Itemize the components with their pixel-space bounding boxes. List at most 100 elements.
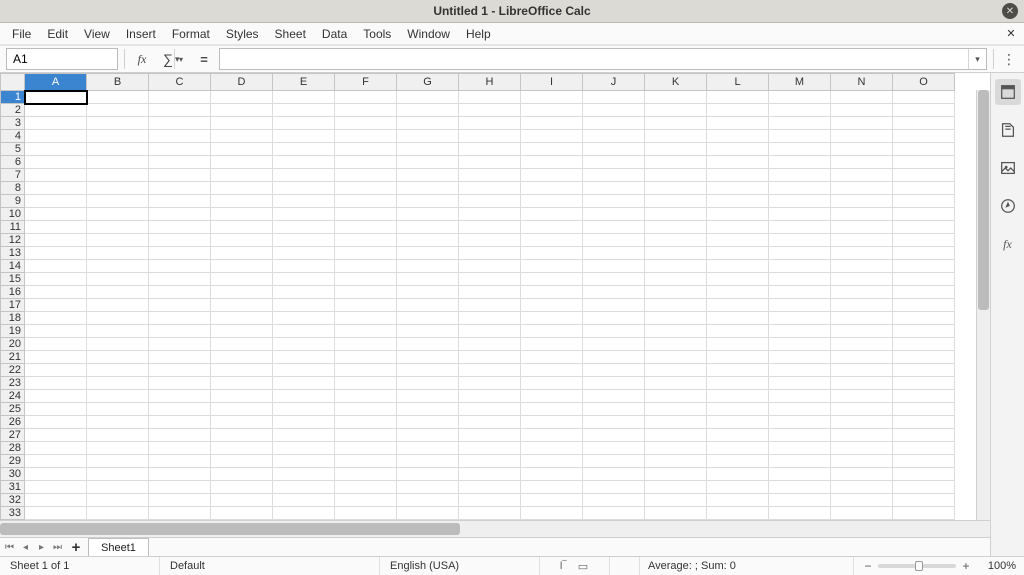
cell-A7[interactable] xyxy=(25,169,87,182)
cell-D14[interactable] xyxy=(211,260,273,273)
cell-D24[interactable] xyxy=(211,390,273,403)
cell-M6[interactable] xyxy=(769,156,831,169)
cell-N7[interactable] xyxy=(831,169,893,182)
column-header-G[interactable]: G xyxy=(397,74,459,91)
cell-D4[interactable] xyxy=(211,130,273,143)
cell-A23[interactable] xyxy=(25,377,87,390)
cell-K20[interactable] xyxy=(645,338,707,351)
cell-G19[interactable] xyxy=(397,325,459,338)
cell-H12[interactable] xyxy=(459,234,521,247)
cell-O5[interactable] xyxy=(893,143,955,156)
cell-C31[interactable] xyxy=(149,481,211,494)
cell-F9[interactable] xyxy=(335,195,397,208)
cell-I18[interactable] xyxy=(521,312,583,325)
cell-J12[interactable] xyxy=(583,234,645,247)
cell-G17[interactable] xyxy=(397,299,459,312)
cell-J32[interactable] xyxy=(583,494,645,507)
cell-O3[interactable] xyxy=(893,117,955,130)
cell-O14[interactable] xyxy=(893,260,955,273)
cell-N32[interactable] xyxy=(831,494,893,507)
cell-I17[interactable] xyxy=(521,299,583,312)
cell-B7[interactable] xyxy=(87,169,149,182)
tab-nav-prev[interactable]: ◂ xyxy=(18,540,33,555)
cell-L27[interactable] xyxy=(707,429,769,442)
cell-F23[interactable] xyxy=(335,377,397,390)
cell-C3[interactable] xyxy=(149,117,211,130)
cell-K25[interactable] xyxy=(645,403,707,416)
cell-C20[interactable] xyxy=(149,338,211,351)
cell-N11[interactable] xyxy=(831,221,893,234)
cell-J7[interactable] xyxy=(583,169,645,182)
cell-L2[interactable] xyxy=(707,104,769,117)
cell-A6[interactable] xyxy=(25,156,87,169)
cell-A1[interactable] xyxy=(25,91,87,104)
cell-L6[interactable] xyxy=(707,156,769,169)
cell-J28[interactable] xyxy=(583,442,645,455)
cell-G31[interactable] xyxy=(397,481,459,494)
formula-input[interactable]: ▾ xyxy=(219,48,987,70)
cell-J29[interactable] xyxy=(583,455,645,468)
cell-E5[interactable] xyxy=(273,143,335,156)
cell-J22[interactable] xyxy=(583,364,645,377)
cell-F3[interactable] xyxy=(335,117,397,130)
cell-F34[interactable] xyxy=(335,520,397,521)
zoom-handle[interactable] xyxy=(915,561,923,571)
cell-J1[interactable] xyxy=(583,91,645,104)
cell-A3[interactable] xyxy=(25,117,87,130)
cell-N31[interactable] xyxy=(831,481,893,494)
cell-K28[interactable] xyxy=(645,442,707,455)
row-header-11[interactable]: 11 xyxy=(1,221,25,234)
cell-O28[interactable] xyxy=(893,442,955,455)
tab-nav-first[interactable]: ⏮ xyxy=(2,540,17,555)
cell-C6[interactable] xyxy=(149,156,211,169)
cell-I21[interactable] xyxy=(521,351,583,364)
row-header-31[interactable]: 31 xyxy=(1,481,25,494)
menu-file[interactable]: File xyxy=(4,24,39,44)
cell-E8[interactable] xyxy=(273,182,335,195)
cell-J17[interactable] xyxy=(583,299,645,312)
cell-L29[interactable] xyxy=(707,455,769,468)
cell-N25[interactable] xyxy=(831,403,893,416)
cell-J21[interactable] xyxy=(583,351,645,364)
cell-N3[interactable] xyxy=(831,117,893,130)
cell-G12[interactable] xyxy=(397,234,459,247)
cell-D23[interactable] xyxy=(211,377,273,390)
cell-L5[interactable] xyxy=(707,143,769,156)
cell-I6[interactable] xyxy=(521,156,583,169)
status-style[interactable]: Default xyxy=(160,557,380,575)
cell-J24[interactable] xyxy=(583,390,645,403)
cell-C32[interactable] xyxy=(149,494,211,507)
cell-E6[interactable] xyxy=(273,156,335,169)
cell-B21[interactable] xyxy=(87,351,149,364)
cell-E33[interactable] xyxy=(273,507,335,520)
cell-I28[interactable] xyxy=(521,442,583,455)
cell-D18[interactable] xyxy=(211,312,273,325)
cell-I4[interactable] xyxy=(521,130,583,143)
cell-O24[interactable] xyxy=(893,390,955,403)
cell-M16[interactable] xyxy=(769,286,831,299)
cell-E9[interactable] xyxy=(273,195,335,208)
cell-C19[interactable] xyxy=(149,325,211,338)
cell-L16[interactable] xyxy=(707,286,769,299)
cell-N4[interactable] xyxy=(831,130,893,143)
cell-O29[interactable] xyxy=(893,455,955,468)
cell-G32[interactable] xyxy=(397,494,459,507)
cell-M34[interactable] xyxy=(769,520,831,521)
cell-D19[interactable] xyxy=(211,325,273,338)
row-header-19[interactable]: 19 xyxy=(1,325,25,338)
cell-N12[interactable] xyxy=(831,234,893,247)
cell-M22[interactable] xyxy=(769,364,831,377)
cell-F4[interactable] xyxy=(335,130,397,143)
cell-H32[interactable] xyxy=(459,494,521,507)
cell-L11[interactable] xyxy=(707,221,769,234)
cell-N1[interactable] xyxy=(831,91,893,104)
cell-F28[interactable] xyxy=(335,442,397,455)
cell-A30[interactable] xyxy=(25,468,87,481)
cell-B30[interactable] xyxy=(87,468,149,481)
tab-nav-last[interactable]: ⏭ xyxy=(50,540,65,555)
cell-H6[interactable] xyxy=(459,156,521,169)
cell-H31[interactable] xyxy=(459,481,521,494)
cell-B33[interactable] xyxy=(87,507,149,520)
cell-C11[interactable] xyxy=(149,221,211,234)
cell-G28[interactable] xyxy=(397,442,459,455)
